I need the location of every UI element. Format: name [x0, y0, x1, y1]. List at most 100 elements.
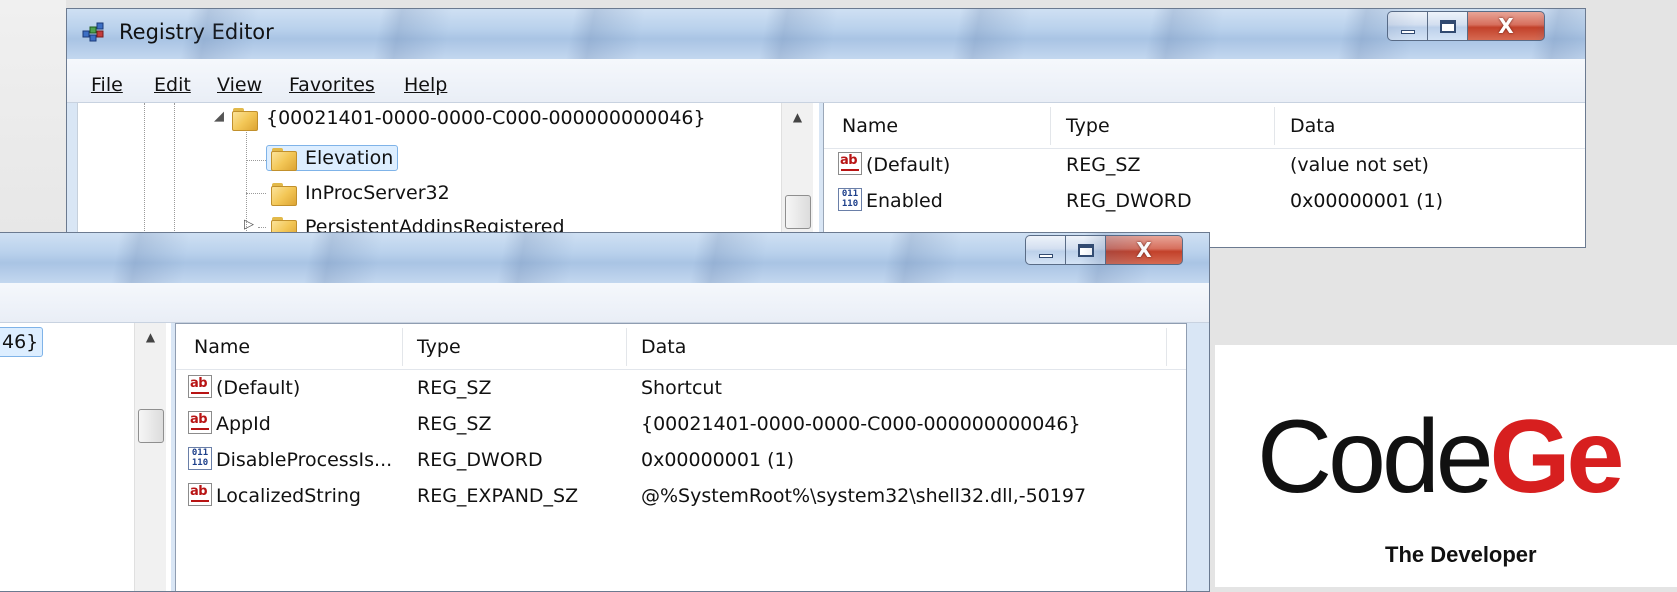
menu-help[interactable]: Help	[404, 74, 447, 96]
maximize-button[interactable]	[1427, 11, 1467, 41]
values-pane[interactable]: Name Type Data ab (Default) REG_SZ (value…	[823, 103, 1585, 247]
value-data-cell: @%SystemRoot%\system32\shell32.dll,-5019…	[641, 485, 1087, 507]
tree-vertical-scrollbar[interactable]: ▲	[781, 103, 813, 247]
column-divider[interactable]	[1166, 328, 1167, 366]
scroll-up-arrow-icon[interactable]: ▲	[782, 103, 813, 131]
value-type-cell: REG_SZ	[417, 413, 492, 435]
value-row[interactable]: ab AppId REG_SZ {00021401-0000-0000-C000-…	[176, 406, 1186, 442]
close-icon: X	[1498, 14, 1514, 38]
minimize-button[interactable]	[1025, 235, 1065, 265]
value-name-cell: ab (Default)	[188, 375, 301, 399]
value-row[interactable]: ab (Default) REG_SZ (value not set)	[824, 147, 1585, 183]
key-tree-pane[interactable]: 46} ▲	[0, 323, 171, 591]
binary-value-icon: 011 110	[188, 447, 212, 470]
tree-node-label: InProcServer32	[305, 182, 450, 204]
column-header-data[interactable]: Data	[641, 324, 686, 370]
folder-open-icon	[232, 107, 258, 131]
column-divider[interactable]	[1274, 107, 1275, 145]
column-divider[interactable]	[626, 328, 627, 366]
tree-node-elevation[interactable]: Elevation	[266, 143, 399, 173]
value-data-cell: {00021401-0000-0000-C000-000000000046}	[641, 413, 1081, 435]
key-tree-pane[interactable]: ◢ {00021401-0000-0000-C000-000000000046}…	[77, 103, 819, 247]
menu-file[interactable]: File	[91, 74, 123, 96]
logo-wordmark: CodeGe	[1257, 399, 1624, 515]
close-button[interactable]: X	[1467, 11, 1545, 41]
value-type-cell: REG_SZ	[1066, 154, 1141, 176]
tree-vertical-scrollbar[interactable]: ▲	[134, 323, 166, 591]
close-icon: X	[1136, 238, 1152, 262]
value-row[interactable]: ab LocalizedString REG_EXPAND_SZ @%System…	[176, 478, 1186, 514]
tree-guide-line	[258, 227, 266, 228]
maximize-icon	[1439, 19, 1456, 33]
registry-editor-window-back: Registry Editor X File Edit View Favorit…	[66, 8, 1586, 248]
value-data-cell: (value not set)	[1290, 154, 1429, 176]
value-name-cell: 011 110 DisableProcessIs...	[188, 442, 392, 478]
menu-edit[interactable]: Edit	[154, 74, 191, 96]
scrollbar-thumb[interactable]	[138, 409, 164, 443]
value-name-cell: 011 110 Enabled	[838, 183, 943, 219]
tree-node-label: {00021401-0000-0000-C000-000000000046}	[266, 107, 706, 129]
collapse-arrow-icon[interactable]: ◢	[214, 109, 224, 124]
value-data-cell: Shortcut	[641, 377, 722, 399]
value-type-cell: REG_DWORD	[417, 449, 543, 471]
close-button[interactable]: X	[1105, 235, 1183, 265]
desktop-background	[1586, 8, 1677, 348]
value-name-cell: ab AppId	[188, 411, 271, 435]
caption-buttons: X	[1387, 11, 1545, 43]
value-name-cell: ab LocalizedString	[188, 483, 361, 507]
title-bar[interactable]: Registry Editor X	[67, 9, 1585, 59]
tree-guide-line	[174, 103, 175, 247]
tree-node-clsid[interactable]: {00021401-0000-0000-C000-000000000046}	[232, 103, 706, 133]
tree-guide-line	[144, 103, 145, 247]
maximize-button[interactable]	[1065, 235, 1105, 265]
column-header-data[interactable]: Data	[1290, 103, 1335, 149]
minimize-button[interactable]	[1387, 11, 1427, 41]
menu-view[interactable]: View	[217, 74, 262, 96]
registry-editor-window-front: X 46} ▲ Name Type Data ab (Default) REG_S…	[0, 232, 1210, 592]
values-header: Name Type Data	[176, 324, 1186, 370]
column-header-type[interactable]: Type	[1066, 103, 1110, 149]
values-header: Name Type Data	[824, 103, 1585, 149]
tree-selection: Elevation	[266, 145, 399, 171]
column-divider[interactable]	[1050, 107, 1051, 145]
column-header-name[interactable]: Name	[842, 103, 898, 149]
value-row[interactable]: ab (Default) REG_SZ Shortcut	[176, 370, 1186, 406]
minimize-icon	[1400, 30, 1415, 34]
column-divider[interactable]	[402, 328, 403, 366]
codegear-logo: CodeGe The Developer	[1215, 345, 1677, 587]
expand-arrow-icon[interactable]: ▷	[244, 217, 254, 232]
values-pane[interactable]: Name Type Data ab (Default) REG_SZ Shortc…	[175, 323, 1187, 591]
scrollbar-thumb[interactable]	[785, 195, 811, 229]
tree-node-selected[interactable]: 46}	[0, 327, 44, 357]
value-data-cell: 0x00000001 (1)	[1290, 190, 1443, 212]
string-value-icon: ab	[188, 411, 212, 434]
tree-node-inprocserver32[interactable]: InProcServer32	[271, 178, 450, 208]
value-row[interactable]: 011 110 DisableProcessIs... REG_DWORD 0x00…	[176, 442, 1186, 478]
folder-icon	[271, 147, 297, 171]
value-type-cell: REG_DWORD	[1066, 190, 1192, 212]
minimize-icon	[1038, 254, 1053, 258]
scroll-up-arrow-icon[interactable]: ▲	[135, 323, 166, 351]
value-type-cell: REG_SZ	[417, 377, 492, 399]
menu-favorites[interactable]: Favorites	[289, 74, 375, 96]
column-header-type[interactable]: Type	[417, 324, 461, 370]
value-name-cell: ab (Default)	[838, 152, 951, 176]
string-value-icon: ab	[188, 483, 212, 506]
menu-bar	[0, 283, 1209, 323]
value-row[interactable]: 011 110 Enabled REG_DWORD 0x00000001 (1)	[824, 183, 1585, 219]
string-value-icon: ab	[188, 375, 212, 398]
value-data-cell: 0x00000001 (1)	[641, 449, 794, 471]
menu-bar: File Edit View Favorites Help	[67, 59, 1585, 103]
title-bar[interactable]: X	[0, 233, 1209, 283]
window-title: Registry Editor	[119, 20, 274, 44]
tree-guide-line	[246, 193, 266, 194]
logo-tagline: The Developer	[1385, 542, 1537, 567]
column-header-name[interactable]: Name	[194, 324, 250, 370]
registry-editor-icon	[82, 22, 104, 42]
tree-node-label: Elevation	[305, 147, 394, 169]
tree-guide-line	[246, 160, 266, 161]
binary-value-icon: 011 110	[838, 188, 862, 211]
value-type-cell: REG_EXPAND_SZ	[417, 485, 579, 507]
string-value-icon: ab	[838, 152, 862, 175]
folder-icon	[271, 182, 297, 206]
